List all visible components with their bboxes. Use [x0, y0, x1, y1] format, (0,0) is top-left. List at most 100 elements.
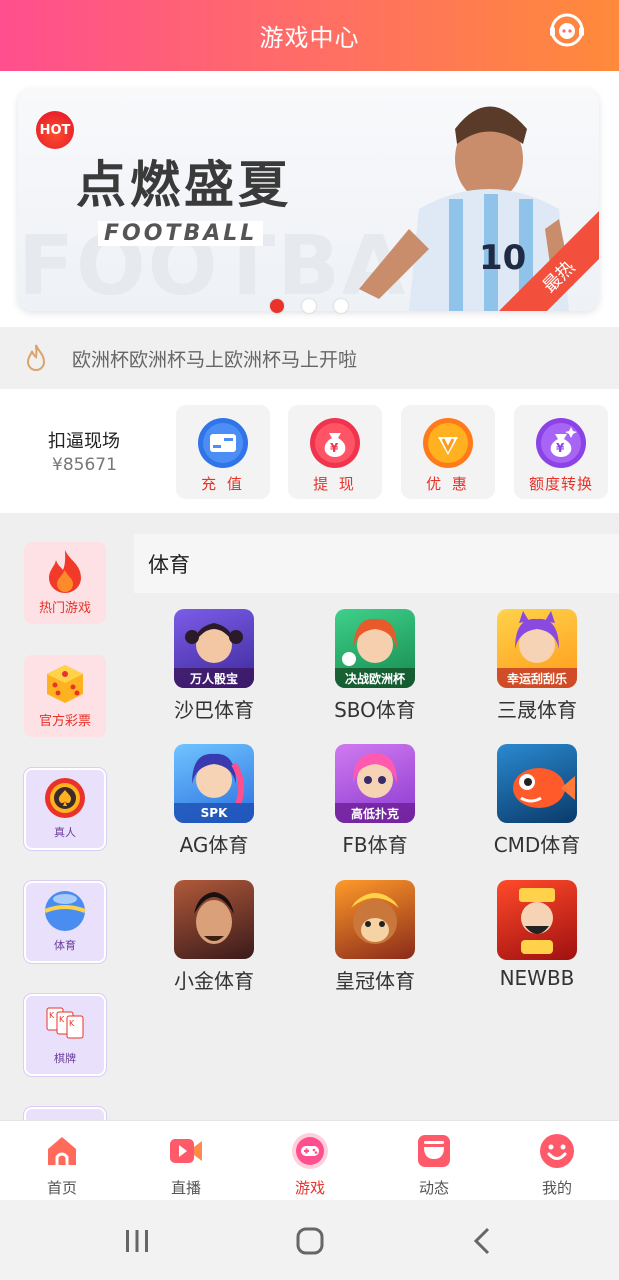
bottom-tab-bar: 首页 直播 游戏 动态 我的 [0, 1120, 619, 1200]
category-label: 热门游戏 [38, 601, 91, 616]
app-header: 游戏中心 [0, 0, 619, 71]
game-thumbnail [174, 880, 254, 959]
game-thumbnail: 万人骰宝 [174, 609, 254, 688]
category-sports[interactable]: 体育 [24, 881, 106, 963]
tab-home[interactable]: 首页 [22, 1133, 102, 1198]
category-more[interactable] [24, 1107, 106, 1120]
svg-text:¥: ¥ [330, 441, 339, 455]
tab-live[interactable]: 直播 [146, 1133, 226, 1198]
recharge-label: 充 值 [201, 475, 245, 493]
game-tile-saba[interactable]: 万人骰宝 沙巴体育 [134, 593, 294, 723]
category-live-casino[interactable]: 真人 [24, 768, 106, 850]
announcement-flame-icon [26, 344, 46, 371]
tab-label: 直播 [170, 1179, 201, 1197]
wallet-panel: 扣逼现场 ¥85671 充 值 ¥ 提 现 优 惠 ¥ 额度转换 [0, 389, 619, 513]
dice-icon [47, 665, 83, 703]
game-thumbnail [497, 744, 577, 823]
tab-label: 首页 [46, 1179, 77, 1197]
home-icon [48, 1137, 76, 1165]
banner-subtitle: FOOTBALL [98, 221, 264, 246]
game-thumbnail [335, 880, 415, 959]
wallet-balance: ¥85671 [52, 455, 117, 475]
gamepad-icon [292, 1133, 328, 1169]
category-card-games[interactable]: K K K 棋牌 [24, 994, 106, 1076]
svg-text:10: 10 [479, 238, 526, 278]
withdraw-button[interactable]: ¥ 提 现 [288, 405, 382, 499]
game-thumbnail-caption: 万人骰宝 [174, 668, 254, 688]
promotions-label: 优 惠 [426, 475, 470, 493]
cards-icon: K K K [46, 1007, 84, 1039]
vip-diamond-icon [423, 418, 473, 468]
game-name: 沙巴体育 [174, 698, 254, 722]
page-title: 游戏中心 [259, 24, 360, 52]
banner-section: FOOTBALL HOT 点燃盛夏 FOOTBALL 10 最热 [0, 71, 619, 327]
banner-pagination [270, 299, 348, 313]
game-art [513, 768, 575, 808]
game-name: 三晟体育 [497, 698, 577, 722]
game-thumbnail: 决战欧洲杯 [335, 609, 415, 688]
withdraw-label: 提 现 [313, 475, 357, 493]
pagination-dot[interactable] [270, 299, 284, 313]
tab-label: 动态 [418, 1179, 449, 1197]
money-bag-icon: ¥ [310, 418, 360, 468]
game-tile-sbo[interactable]: 决战欧洲杯 SBO体育 [295, 593, 455, 723]
game-tile-ag[interactable]: SPK AG体育 [134, 728, 294, 858]
game-art [519, 888, 555, 954]
wallet-label: 扣逼现场 [48, 431, 120, 452]
game-tile-fb[interactable]: 高低扑克 FB体育 [295, 728, 455, 858]
game-thumbnail-caption: 高低扑克 [335, 803, 415, 823]
game-tile-huangguan[interactable]: 皇冠体育 [295, 864, 455, 994]
game-name: 小金体育 [174, 969, 254, 993]
pagination-dot[interactable] [302, 299, 316, 313]
category-sidebar: 热门游戏 官方彩票 真人 体育 K K K 棋牌 [0, 513, 130, 1120]
game-thumbnail-caption: 决战欧洲杯 [335, 668, 415, 688]
game-thumbnail-caption: 幸运刮刮乐 [497, 668, 577, 688]
game-thumbnail: SPK [174, 744, 254, 823]
game-thumbnail: 幸运刮刮乐 [497, 609, 577, 688]
promo-banner[interactable]: FOOTBALL HOT 点燃盛夏 FOOTBALL 10 最热 [18, 89, 599, 311]
section-title: 体育 [134, 534, 619, 593]
game-name: SBO体育 [334, 698, 416, 722]
flame-icon [49, 550, 81, 593]
home-button-icon[interactable] [295, 1226, 325, 1256]
category-hot-games[interactable]: 热门游戏 [24, 542, 106, 624]
system-navigation-bar [0, 1200, 619, 1280]
moments-icon [418, 1135, 450, 1167]
tab-moments[interactable]: 动态 [394, 1133, 474, 1198]
tab-profile[interactable]: 我的 [517, 1133, 597, 1198]
category-label: 官方彩票 [38, 714, 91, 729]
recent-apps-icon[interactable] [122, 1226, 152, 1256]
game-thumbnail-caption: SPK [174, 803, 254, 823]
pagination-dot[interactable] [334, 299, 348, 313]
card-icon [198, 418, 248, 468]
category-label: 真人 [54, 826, 76, 839]
tab-label: 游戏 [294, 1179, 325, 1197]
game-name: CMD体育 [493, 833, 581, 857]
customer-service-icon[interactable] [549, 12, 585, 48]
recharge-button[interactable]: 充 值 [176, 405, 270, 499]
game-name: FB体育 [342, 833, 408, 857]
game-name: NEWBB [499, 966, 575, 990]
back-icon[interactable] [468, 1226, 498, 1256]
game-tile-xiaojin[interactable]: 小金体育 [134, 864, 294, 994]
hot-badge: HOT [36, 111, 74, 149]
ball-icon [44, 891, 86, 931]
game-tile-newbb[interactable]: NEWBB [457, 864, 617, 994]
game-thumbnail: 高低扑克 [335, 744, 415, 823]
category-lottery[interactable]: 官方彩票 [24, 655, 106, 737]
quota-transfer-button[interactable]: ¥ 额度转换 [514, 405, 608, 499]
promotions-button[interactable]: 优 惠 [401, 405, 495, 499]
game-tile-cmd[interactable]: CMD体育 [457, 728, 617, 858]
game-tile-sansheng[interactable]: 幸运刮刮乐 三晟体育 [457, 593, 617, 723]
game-art [351, 893, 399, 944]
exchange-bag-icon: ¥ [536, 418, 586, 468]
category-label: 棋牌 [54, 1052, 76, 1065]
video-icon [170, 1139, 202, 1163]
tab-games[interactable]: 游戏 [270, 1133, 350, 1198]
announcement-bar[interactable]: 欧洲杯欧洲杯马上欧洲杯马上开啦 [0, 327, 619, 389]
svg-text:K: K [69, 1019, 75, 1028]
game-thumbnail [497, 880, 577, 960]
announcement-text: 欧洲杯欧洲杯马上欧洲杯马上开啦 [72, 348, 358, 371]
svg-text:K: K [59, 1015, 65, 1024]
svg-text:¥: ¥ [556, 441, 565, 455]
